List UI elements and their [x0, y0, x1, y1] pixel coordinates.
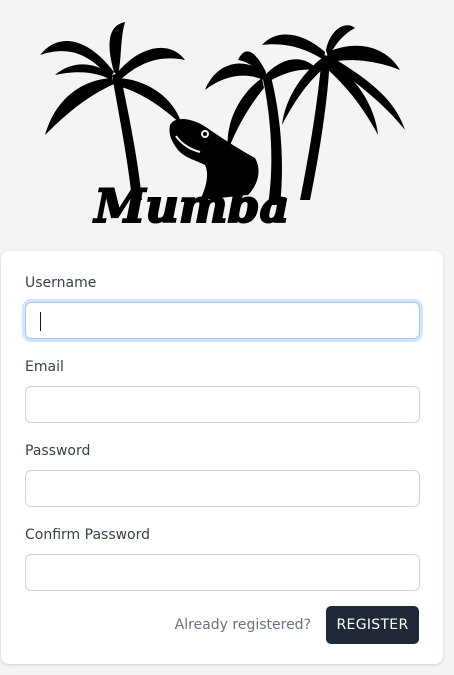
register-page: Mumba Username Email Password Confirm Pa… — [0, 0, 454, 675]
register-form-card: Username Email Password Confirm Password… — [1, 251, 443, 664]
email-input[interactable] — [25, 386, 420, 423]
confirm-password-label: Confirm Password — [25, 527, 151, 543]
confirm-password-input[interactable] — [25, 554, 420, 591]
register-button[interactable]: REGISTER — [326, 606, 419, 644]
username-input[interactable] — [25, 302, 420, 339]
email-label: Email — [25, 359, 64, 375]
password-input[interactable] — [25, 470, 420, 507]
palm-trees-snake-logo-icon: Mumba — [40, 22, 405, 234]
password-label: Password — [25, 443, 91, 459]
mumba-logo: Mumba — [0, 0, 454, 240]
already-registered-link[interactable]: Already registered? — [175, 617, 311, 633]
text-caret — [40, 312, 41, 331]
logo-wordmark: Mumba — [92, 179, 289, 233]
username-label: Username — [25, 275, 97, 291]
